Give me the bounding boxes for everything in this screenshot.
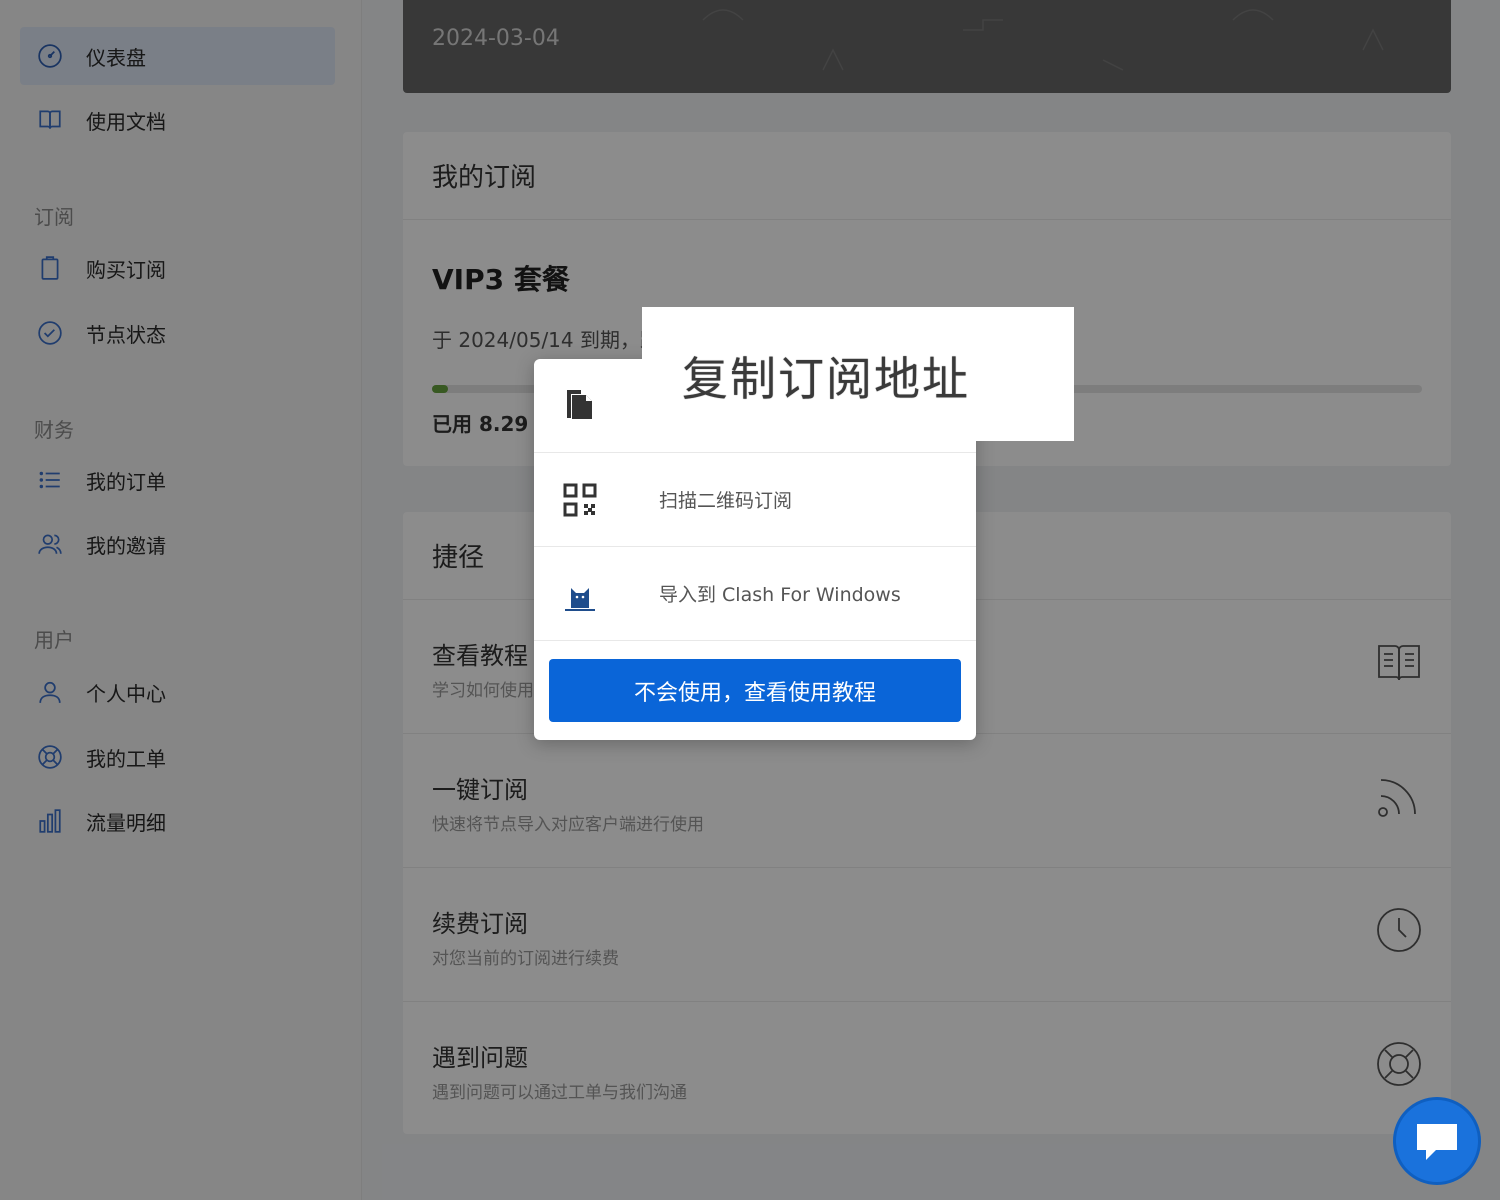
- dropdown-item-qrcode[interactable]: 扫描二维码订阅: [534, 453, 976, 547]
- dropdown-item-label: 扫描二维码订阅: [659, 490, 793, 512]
- chat-button[interactable]: [1393, 1097, 1481, 1185]
- clash-cat-icon: [565, 588, 595, 611]
- copy-tooltip-text: 复制订阅地址: [682, 352, 970, 406]
- chat-icon: [1417, 1124, 1457, 1160]
- view-tutorial-button[interactable]: 不会使用，查看使用教程: [549, 659, 961, 722]
- copy-tooltip: 复制订阅地址: [642, 307, 1074, 441]
- app-root: 仪表盘 使用文档 订阅 购买订阅 节点状态 财务 我的订单 我的邀请 用户 个人…: [0, 0, 1500, 1200]
- dropdown-item-clash[interactable]: 导入到 Clash For Windows: [534, 547, 976, 641]
- copy-icon: [567, 390, 592, 419]
- qrcode-icon: [563, 483, 597, 517]
- dropdown-item-label: 导入到 Clash For Windows: [659, 584, 901, 606]
